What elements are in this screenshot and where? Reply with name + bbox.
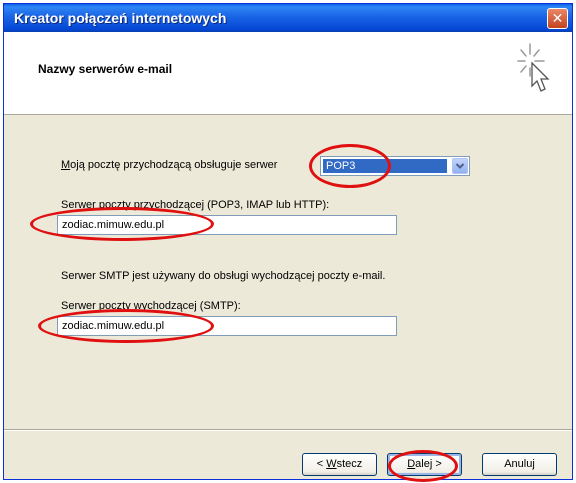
smtp-info-text: Serwer SMTP jest używany do obsługi wych… — [61, 270, 386, 282]
close-icon: ✕ — [551, 10, 564, 26]
highlight-circle-incoming — [30, 207, 214, 241]
cancel-button[interactable]: Anuluj — [482, 453, 557, 476]
dropdown-button[interactable] — [452, 158, 468, 174]
footer-divider — [4, 429, 572, 431]
wizard-window: Kreator połączeń internetowych ✕ Nazwy s… — [3, 3, 573, 482]
title-bar[interactable]: Kreator połączeń internetowych ✕ — [4, 4, 572, 32]
highlight-circle-next — [388, 450, 458, 482]
back-button[interactable]: < Wstecz — [302, 453, 377, 476]
close-button[interactable]: ✕ — [547, 8, 568, 29]
highlight-circle-pop3 — [309, 144, 391, 188]
wizard-header: Nazwy serwerów e-mail — [4, 32, 572, 115]
highlight-circle-outgoing — [38, 309, 214, 343]
wizard-cursor-icon — [517, 43, 550, 92]
chevron-down-icon — [455, 163, 465, 169]
window-title: Kreator połączeń internetowych — [14, 10, 227, 26]
page-title: Nazwy serwerów e-mail — [38, 62, 173, 76]
incoming-type-label: Moją pocztę przychodzącą obsługuje serwe… — [61, 159, 278, 171]
